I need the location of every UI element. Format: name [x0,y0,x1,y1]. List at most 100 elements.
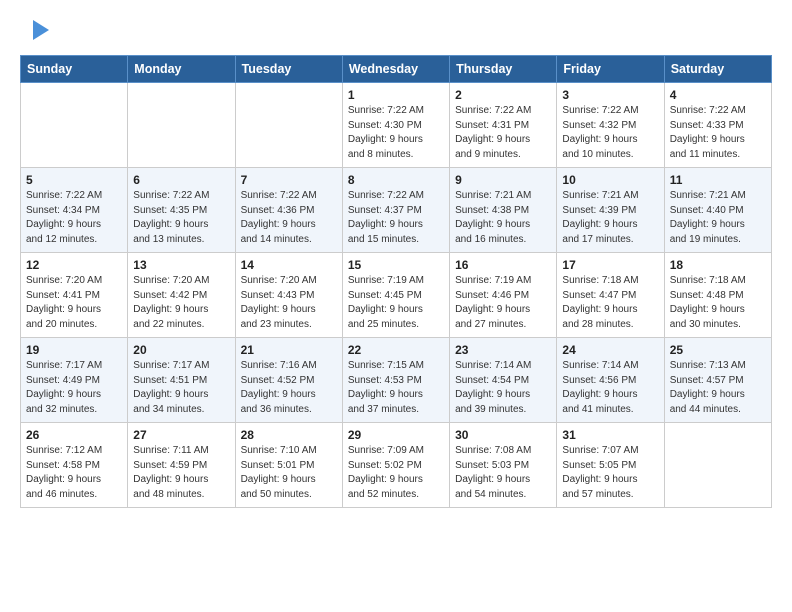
calendar-cell: 20 Sunrise: 7:17 AM Sunset: 4:51 PM Dayli… [128,338,235,423]
day-number: 30 [455,428,551,442]
day-number: 10 [562,173,658,187]
day-detail: Sunrise: 7:19 AM Sunset: 4:45 PM Dayligh… [348,274,444,332]
day-number: 18 [670,258,766,272]
day-number: 12 [26,258,122,272]
day-detail: Sunrise: 7:07 AM Sunset: 5:05 PM Dayligh… [562,444,658,502]
calendar-cell: 10 Sunrise: 7:21 AM Sunset: 4:39 PM Dayli… [557,168,664,253]
calendar-cell [235,83,342,168]
calendar-cell: 3Sunrise: 7:22 AM Sunset: 4:32 PM Daylig… [557,83,664,168]
day-number: 29 [348,428,444,442]
calendar-cell: 4 Sunrise: 7:22 AM Sunset: 4:33 PM Daylig… [664,83,771,168]
logo-icon [25,16,53,44]
day-number: 11 [670,173,766,187]
calendar-cell: 9Sunrise: 7:21 AM Sunset: 4:38 PM Daylig… [450,168,557,253]
day-number: 16 [455,258,551,272]
calendar-cell: 11 Sunrise: 7:21 AM Sunset: 4:40 PM Dayli… [664,168,771,253]
calendar-cell: 1 Sunrise: 7:22 AM Sunset: 4:30 PM Daylig… [342,83,449,168]
calendar-week-1: 1 Sunrise: 7:22 AM Sunset: 4:30 PM Daylig… [21,83,772,168]
day-detail: Sunrise: 7:08 AM Sunset: 5:03 PM Dayligh… [455,444,551,502]
calendar-cell: 30 Sunrise: 7:08 AM Sunset: 5:03 PM Dayli… [450,423,557,508]
day-detail: Sunrise: 7:17 AM Sunset: 4:49 PM Dayligh… [26,359,122,417]
day-number: 9 [455,173,551,187]
calendar-cell: 12 Sunrise: 7:20 AM Sunset: 4:41 PM Dayli… [21,253,128,338]
day-number: 8 [348,173,444,187]
calendar-cell [664,423,771,508]
calendar-cell: 5Sunrise: 7:22 AM Sunset: 4:34 PM Daylig… [21,168,128,253]
day-detail: Sunrise: 7:20 AM Sunset: 4:43 PM Dayligh… [241,274,337,332]
day-number: 22 [348,343,444,357]
day-detail: Sunrise: 7:22 AM Sunset: 4:36 PM Dayligh… [241,189,337,247]
day-detail: Sunrise: 7:20 AM Sunset: 4:41 PM Dayligh… [26,274,122,332]
day-detail: Sunrise: 7:14 AM Sunset: 4:54 PM Dayligh… [455,359,551,417]
day-number: 26 [26,428,122,442]
day-number: 2 [455,88,551,102]
day-detail: Sunrise: 7:22 AM Sunset: 4:30 PM Dayligh… [348,104,444,162]
weekday-header-wednesday: Wednesday [342,56,449,83]
weekday-header-thursday: Thursday [450,56,557,83]
calendar-week-3: 12 Sunrise: 7:20 AM Sunset: 4:41 PM Dayli… [21,253,772,338]
calendar-cell: 15 Sunrise: 7:19 AM Sunset: 4:45 PM Dayli… [342,253,449,338]
day-detail: Sunrise: 7:20 AM Sunset: 4:42 PM Dayligh… [133,274,229,332]
calendar-cell: 29 Sunrise: 7:09 AM Sunset: 5:02 PM Dayli… [342,423,449,508]
calendar-cell: 25 Sunrise: 7:13 AM Sunset: 4:57 PM Dayli… [664,338,771,423]
day-detail: Sunrise: 7:17 AM Sunset: 4:51 PM Dayligh… [133,359,229,417]
day-number: 28 [241,428,337,442]
day-number: 13 [133,258,229,272]
calendar-week-4: 19 Sunrise: 7:17 AM Sunset: 4:49 PM Dayli… [21,338,772,423]
day-detail: Sunrise: 7:21 AM Sunset: 4:40 PM Dayligh… [670,189,766,247]
weekday-header-saturday: Saturday [664,56,771,83]
day-number: 1 [348,88,444,102]
calendar-cell [128,83,235,168]
calendar-week-5: 26 Sunrise: 7:12 AM Sunset: 4:58 PM Dayli… [21,423,772,508]
calendar-cell: 22 Sunrise: 7:15 AM Sunset: 4:53 PM Dayli… [342,338,449,423]
calendar-cell: 6 Sunrise: 7:22 AM Sunset: 4:35 PM Daylig… [128,168,235,253]
day-number: 23 [455,343,551,357]
day-detail: Sunrise: 7:19 AM Sunset: 4:46 PM Dayligh… [455,274,551,332]
day-detail: Sunrise: 7:22 AM Sunset: 4:37 PM Dayligh… [348,189,444,247]
day-number: 21 [241,343,337,357]
calendar-cell: 24Sunrise: 7:14 AM Sunset: 4:56 PM Dayli… [557,338,664,423]
calendar-cell: 14 Sunrise: 7:20 AM Sunset: 4:43 PM Dayli… [235,253,342,338]
calendar-cell: 17 Sunrise: 7:18 AM Sunset: 4:47 PM Dayli… [557,253,664,338]
calendar-cell [21,83,128,168]
calendar-cell: 26 Sunrise: 7:12 AM Sunset: 4:58 PM Dayli… [21,423,128,508]
header-row [20,16,772,49]
weekday-header-friday: Friday [557,56,664,83]
day-number: 15 [348,258,444,272]
day-number: 25 [670,343,766,357]
calendar-cell: 23 Sunrise: 7:14 AM Sunset: 4:54 PM Dayli… [450,338,557,423]
calendar-cell: 2 Sunrise: 7:22 AM Sunset: 4:31 PM Daylig… [450,83,557,168]
day-detail: Sunrise: 7:22 AM Sunset: 4:31 PM Dayligh… [455,104,551,162]
day-number: 3 [562,88,658,102]
logo [20,16,53,49]
day-number: 20 [133,343,229,357]
day-detail: Sunrise: 7:13 AM Sunset: 4:57 PM Dayligh… [670,359,766,417]
day-detail: Sunrise: 7:16 AM Sunset: 4:52 PM Dayligh… [241,359,337,417]
day-number: 4 [670,88,766,102]
weekday-header-row: SundayMondayTuesdayWednesdayThursdayFrid… [21,56,772,83]
day-detail: Sunrise: 7:11 AM Sunset: 4:59 PM Dayligh… [133,444,229,502]
day-detail: Sunrise: 7:12 AM Sunset: 4:58 PM Dayligh… [26,444,122,502]
day-number: 7 [241,173,337,187]
day-detail: Sunrise: 7:21 AM Sunset: 4:39 PM Dayligh… [562,189,658,247]
day-detail: Sunrise: 7:22 AM Sunset: 4:34 PM Dayligh… [26,189,122,247]
calendar-cell: 27 Sunrise: 7:11 AM Sunset: 4:59 PM Dayli… [128,423,235,508]
day-detail: Sunrise: 7:22 AM Sunset: 4:35 PM Dayligh… [133,189,229,247]
day-detail: Sunrise: 7:18 AM Sunset: 4:48 PM Dayligh… [670,274,766,332]
calendar-cell: 7 Sunrise: 7:22 AM Sunset: 4:36 PM Daylig… [235,168,342,253]
page-container: SundayMondayTuesdayWednesdayThursdayFrid… [0,0,792,518]
day-number: 6 [133,173,229,187]
day-number: 27 [133,428,229,442]
day-detail: Sunrise: 7:22 AM Sunset: 4:33 PM Dayligh… [670,104,766,162]
day-detail: Sunrise: 7:09 AM Sunset: 5:02 PM Dayligh… [348,444,444,502]
weekday-header-tuesday: Tuesday [235,56,342,83]
day-number: 19 [26,343,122,357]
day-number: 17 [562,258,658,272]
day-detail: Sunrise: 7:15 AM Sunset: 4:53 PM Dayligh… [348,359,444,417]
calendar-week-2: 5Sunrise: 7:22 AM Sunset: 4:34 PM Daylig… [21,168,772,253]
calendar-cell: 8 Sunrise: 7:22 AM Sunset: 4:37 PM Daylig… [342,168,449,253]
day-detail: Sunrise: 7:14 AM Sunset: 4:56 PM Dayligh… [562,359,658,417]
day-number: 14 [241,258,337,272]
calendar-cell: 21 Sunrise: 7:16 AM Sunset: 4:52 PM Dayli… [235,338,342,423]
day-detail: Sunrise: 7:18 AM Sunset: 4:47 PM Dayligh… [562,274,658,332]
